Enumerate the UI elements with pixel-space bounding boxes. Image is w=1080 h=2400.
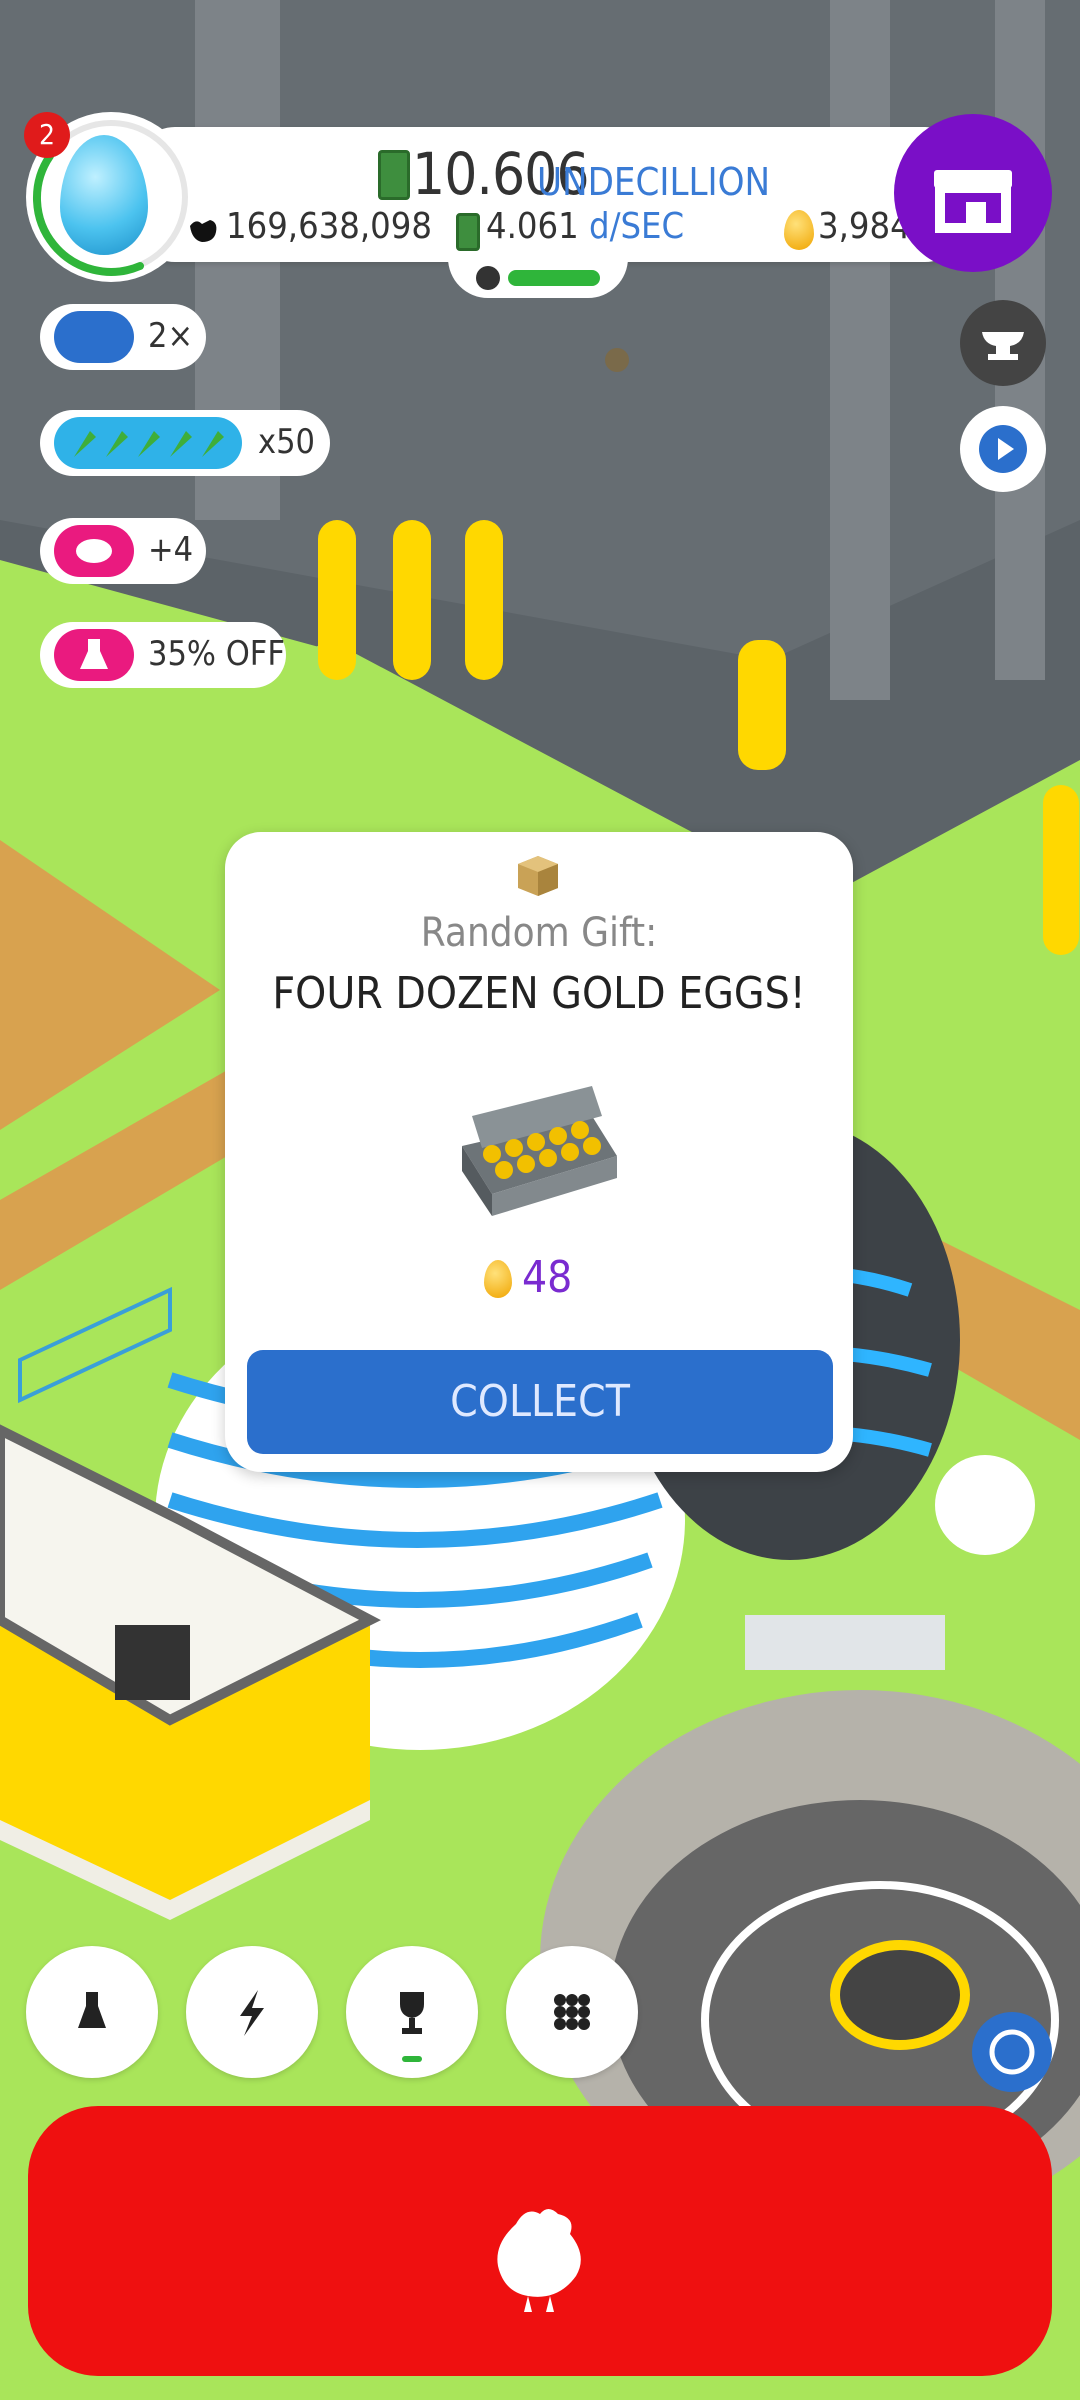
anvil-icon bbox=[982, 332, 1024, 360]
menu-button[interactable] bbox=[506, 1946, 638, 2078]
assistant-button[interactable] bbox=[972, 2012, 1052, 2092]
tv-icon bbox=[54, 311, 134, 363]
earn-rate-unit: d/SEC bbox=[589, 206, 685, 247]
boost-label: 2× bbox=[148, 316, 194, 356]
boost-pill-rockets[interactable]: x50 bbox=[40, 410, 330, 476]
video-ad-button[interactable] bbox=[960, 406, 1046, 492]
grid-icon bbox=[554, 1994, 590, 2030]
boost-label: x50 bbox=[258, 422, 316, 462]
habitat-fill-bar bbox=[508, 270, 600, 286]
boosts-button[interactable] bbox=[186, 1946, 318, 2078]
popup-subtitle: Random Gift: bbox=[420, 910, 658, 956]
play-icon bbox=[979, 425, 1027, 473]
habitat-capacity[interactable] bbox=[448, 258, 628, 298]
reward-amount: 48 bbox=[522, 1252, 573, 1303]
notification-badge: 2 bbox=[24, 112, 70, 158]
collect-button[interactable]: COLLECT bbox=[247, 1350, 833, 1454]
hatch-chicken-button[interactable] bbox=[28, 2106, 1052, 2376]
boost-pill-video[interactable]: 2× bbox=[40, 304, 206, 370]
gift-box-icon bbox=[514, 852, 562, 898]
achievements-button[interactable] bbox=[346, 1946, 478, 2078]
lightning-icon bbox=[240, 1990, 264, 2036]
golden-egg-icon bbox=[784, 210, 814, 250]
golden-egg-icon bbox=[484, 1260, 512, 1298]
earn-rate-value: 4.061 bbox=[486, 206, 579, 247]
money-unit: UNDECILLION bbox=[537, 160, 771, 204]
boost-pill-piggy[interactable]: +4 bbox=[40, 518, 206, 584]
research-button[interactable] bbox=[26, 1946, 158, 2078]
shop-button[interactable] bbox=[894, 114, 1052, 272]
flask-icon bbox=[54, 629, 134, 681]
artifacts-button[interactable] bbox=[960, 300, 1046, 386]
rate-cash-icon bbox=[456, 213, 480, 251]
boost-label: +4 bbox=[148, 530, 194, 570]
shop-icon bbox=[934, 170, 1012, 233]
rocket-icon bbox=[54, 417, 242, 469]
chicken-count: 169,638,098 bbox=[226, 206, 432, 247]
trophy-icon bbox=[400, 1992, 424, 2062]
egg-carton-image bbox=[452, 1076, 622, 1224]
habitat-chicken-icon bbox=[476, 266, 500, 290]
boost-label: 35% OFF bbox=[148, 634, 285, 674]
flask-icon bbox=[78, 1992, 106, 2028]
boost-pill-research-sale[interactable]: 35% OFF bbox=[40, 622, 286, 688]
chicken-icon bbox=[497, 2209, 581, 2312]
chicken-icon bbox=[186, 212, 222, 248]
popup-title: FOUR DOZEN GOLD EGGS! bbox=[272, 968, 806, 1019]
cash-icon bbox=[378, 150, 410, 200]
piggy-bank-icon bbox=[54, 525, 134, 577]
ring-icon bbox=[989, 2029, 1035, 2075]
earn-rate: 4.061 d/SEC bbox=[486, 206, 684, 247]
